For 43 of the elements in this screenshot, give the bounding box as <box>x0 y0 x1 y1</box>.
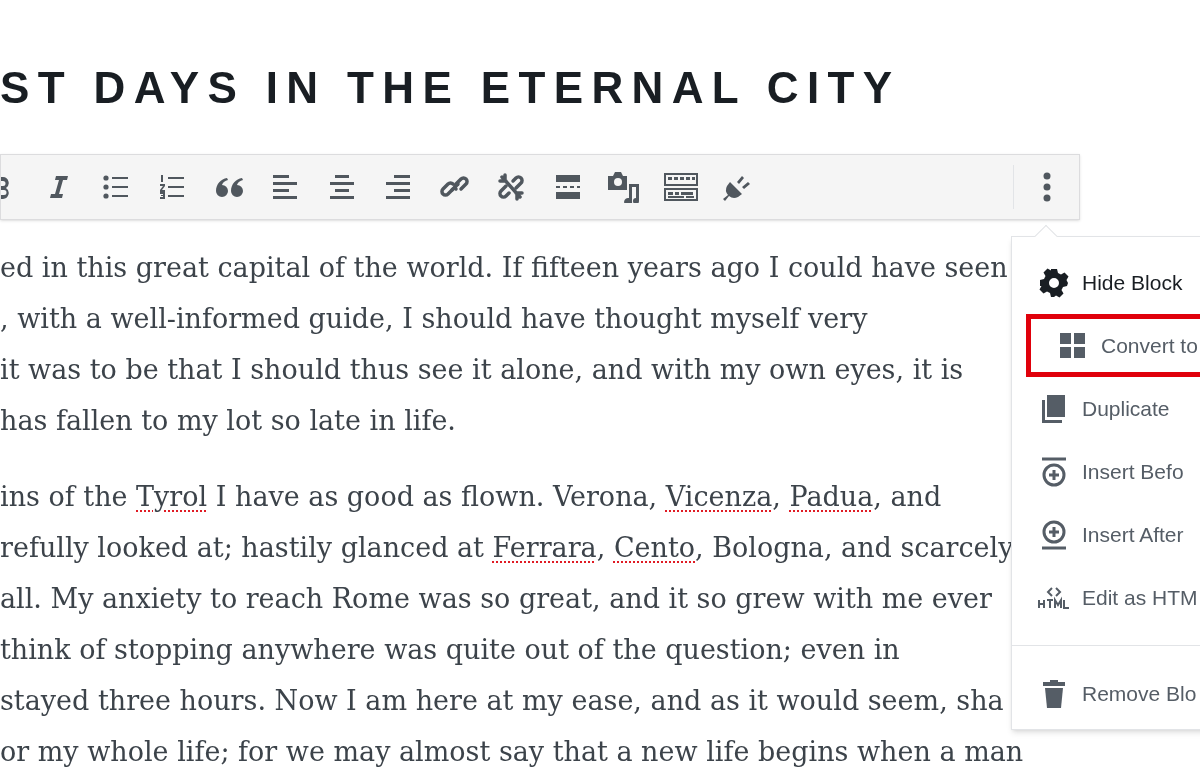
menu-item[interactable]: Insert Befo <box>1012 440 1200 503</box>
quote-icon[interactable] <box>214 176 243 198</box>
paragraph-line: ins of the Tyrol I have as good as flown. Verona, Vicenza, Padua, and <box>0 480 942 514</box>
menu-item[interactable]: Edit as HTM <box>1012 566 1200 629</box>
media-icon[interactable] <box>607 171 642 203</box>
read-more-icon[interactable] <box>554 175 581 199</box>
align-center-icon[interactable] <box>328 175 355 199</box>
paragraph-line: think of stopping anywhere was quite out of the question; even in <box>0 633 900 667</box>
paragraph-line: or my whole life; for we may almost say that a new life begins when a man <box>0 735 1024 769</box>
misspelled-word: Tyrol <box>136 481 208 512</box>
menu-item[interactable]: Convert to <box>1026 314 1200 377</box>
align-right-icon[interactable] <box>385 175 412 199</box>
grid-icon <box>1060 332 1086 359</box>
menu-item[interactable]: Remove Blo <box>1012 662 1200 725</box>
keyboard-icon[interactable] <box>663 173 698 201</box>
duplicate-icon <box>1042 394 1066 423</box>
misspelled-word: Vicenza <box>665 481 773 512</box>
paragraph-line: it was to be that I should thus see it alone, and with my own eyes, it is <box>0 353 964 387</box>
paragraph-line: stayed three hours. Now I am here at my ease, and as it would seem, sha <box>0 684 1004 718</box>
gear-icon <box>1039 267 1069 298</box>
menu-item[interactable]: Hide Block <box>1012 251 1200 314</box>
align-left-icon[interactable] <box>272 175 299 199</box>
misspelled-word: Ferrara <box>492 532 597 563</box>
paragraph-line: ed in this great capital of the world. If fifteen years ago I could have seen <box>0 251 1008 285</box>
numbered-list-icon[interactable] <box>159 175 186 199</box>
paragraph-line: , with a well-informed guide, I should have thought myself very <box>0 302 868 336</box>
more-options-icon[interactable] <box>1042 172 1051 202</box>
menu-item[interactable]: Duplicate <box>1012 377 1200 440</box>
italic-icon[interactable] <box>48 174 71 200</box>
code-icon <box>1038 585 1070 610</box>
menu-item[interactable]: Insert After <box>1012 503 1200 566</box>
paragraph-line: has fallen to my lot so late in life. <box>0 404 456 438</box>
insert-before-icon <box>1040 456 1068 487</box>
misspelled-word: Cento <box>613 532 696 563</box>
insert-after-icon <box>1040 519 1068 550</box>
bold-icon[interactable] <box>1 174 11 200</box>
bullet-list-icon[interactable] <box>102 175 129 199</box>
misspelled-word: Padua <box>789 481 874 512</box>
paragraph-line: all. My anxiety to reach Rome was so great, and it so grew with me ever <box>0 582 992 616</box>
unlink-icon[interactable] <box>496 172 527 202</box>
paragraph-line: refully looked at; hastily glanced at Ferrara, Cento, Bologna, and scarcely <box>0 531 1014 565</box>
trash-icon <box>1042 679 1066 708</box>
post-title: ST DAYS IN THE ETERNAL CITY <box>0 62 902 114</box>
